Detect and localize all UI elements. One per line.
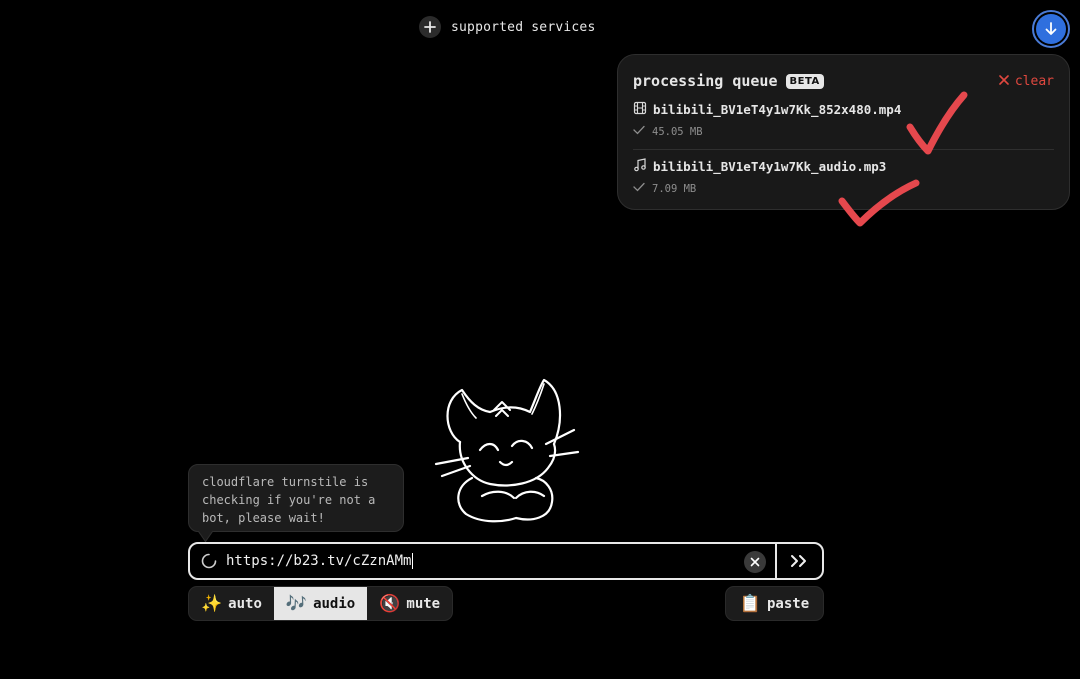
tooltip-text: cloudflare turnstile is checking if you'… <box>202 475 376 525</box>
mode-label: mute <box>406 595 441 612</box>
url-input-container[interactable]: https://b23.tv/cZznAMm <box>188 542 824 580</box>
check-icon <box>633 182 645 195</box>
beta-badge: BETA <box>785 73 824 89</box>
processing-queue-button[interactable] <box>1032 10 1070 48</box>
queue-item[interactable]: bilibili_BV1eT4y1w7Kk_audio.mp3 7.09 MB <box>633 150 1054 204</box>
mode-mute-button[interactable]: 🔇 mute <box>367 587 452 620</box>
supported-services-button[interactable]: supported services <box>419 16 595 38</box>
processing-queue-popover: processing queue BETA clear bilibili_BV1… <box>617 54 1070 210</box>
check-icon <box>633 125 645 138</box>
url-input[interactable]: https://b23.tv/cZznAMm <box>226 553 414 569</box>
muted-speaker-icon: 🔇 <box>379 593 401 614</box>
sparkles-icon: ✨ <box>201 593 223 614</box>
paste-button[interactable]: 📋 paste <box>725 586 824 621</box>
cat-mascot-illustration <box>434 378 580 523</box>
queue-item-size: 7.09 MB <box>652 182 697 195</box>
clear-input-button[interactable] <box>744 551 766 573</box>
clear-label: clear <box>1014 73 1054 89</box>
turnstile-tooltip: cloudflare turnstile is checking if you'… <box>188 464 404 532</box>
double-chevron-right-icon <box>790 555 806 567</box>
supported-services-label: supported services <box>451 19 596 35</box>
queue-item[interactable]: bilibili_BV1eT4y1w7Kk_852x480.mp4 45.05 … <box>633 93 1054 147</box>
mode-label: auto <box>228 595 262 612</box>
download-arrow-icon <box>1036 14 1066 44</box>
url-input-value: https://b23.tv/cZznAMm <box>226 553 412 569</box>
download-mode-switcher: ✨ auto 🎶 audio 🔇 mute <box>188 586 454 621</box>
close-icon <box>750 557 760 567</box>
film-icon <box>633 101 647 118</box>
music-note-icon <box>633 158 647 175</box>
text-caret <box>412 553 414 569</box>
clear-queue-button[interactable]: clear <box>999 74 1054 89</box>
plus-icon <box>419 16 441 38</box>
close-icon <box>999 74 1009 89</box>
queue-title: processing queue <box>633 72 778 90</box>
queue-item-filename: bilibili_BV1eT4y1w7Kk_audio.mp3 <box>653 159 887 174</box>
clipboard-icon: 📋 <box>739 593 761 614</box>
mode-auto-button[interactable]: ✨ auto <box>189 587 274 620</box>
loading-spinner-icon <box>201 553 217 569</box>
musical-notes-icon: 🎶 <box>285 593 308 614</box>
download-submit-button[interactable] <box>775 544 822 578</box>
queue-item-size: 45.05 MB <box>652 125 703 138</box>
paste-label: paste <box>767 595 810 612</box>
queue-item-filename: bilibili_BV1eT4y1w7Kk_852x480.mp4 <box>653 102 902 117</box>
mode-audio-button[interactable]: 🎶 audio <box>273 587 368 620</box>
mode-label: audio <box>313 595 356 612</box>
